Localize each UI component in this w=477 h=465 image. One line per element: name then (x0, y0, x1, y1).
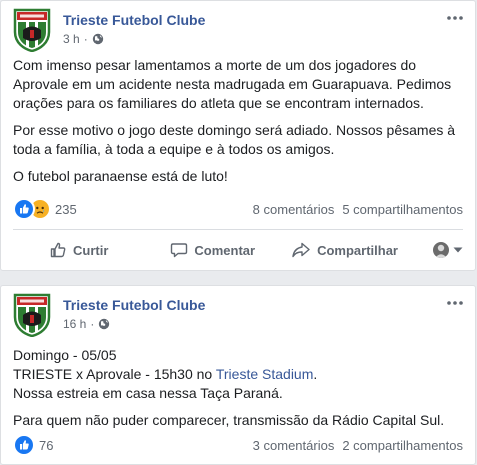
reaction-count: 235 (55, 201, 77, 217)
avatar (433, 242, 449, 258)
post-stats: 76 3 comentários 2 compartilhamentos (13, 434, 463, 456)
globe-icon (92, 33, 103, 45)
post-line: Domingo - 05/05 (13, 347, 117, 363)
post-meta: 16 h · (63, 317, 110, 331)
post-card: Trieste Futebol Clube 16 h · Domingo - 0… (0, 285, 476, 465)
shares-count[interactable]: 2 compartilhamentos (342, 438, 463, 453)
like-icon (13, 198, 35, 220)
divider (13, 229, 463, 230)
share-button[interactable]: Compartilhar (291, 241, 398, 259)
chevron-down-icon (453, 247, 463, 253)
share-label: Compartilhar (317, 242, 398, 258)
post-paragraph: Com imenso pesar lamentamos a morte de u… (13, 57, 452, 111)
more-dots-icon (447, 16, 463, 20)
thumbs-up-icon (50, 242, 66, 258)
more-dots-icon (447, 301, 463, 305)
reactions-summary[interactable]: 235 (13, 198, 77, 220)
like-label: Curtir (73, 242, 109, 258)
post-card: Trieste Futebol Clube 3 h · Com imenso p… (0, 0, 476, 271)
like-button[interactable]: Curtir (49, 241, 108, 259)
club-logo[interactable] (13, 8, 51, 52)
comment-button[interactable]: Comentar (170, 241, 255, 259)
post-line: TRIESTE x Aprovale - 15h30 no Trieste St… (13, 366, 318, 382)
post-paragraph: O futebol paranaense está de luto! (13, 168, 228, 184)
post-stats: 235 8 comentários 5 compartilhamentos (13, 198, 463, 220)
post-body: Domingo - 05/05 TRIESTE x Aprovale - 15h… (13, 346, 467, 430)
reactions-summary[interactable]: 76 (13, 434, 53, 456)
shares-count[interactable]: 5 compartilhamentos (342, 202, 463, 217)
post-time[interactable]: 16 h (63, 317, 86, 331)
like-icon (13, 434, 35, 456)
post-header: Trieste Futebol Clube 3 h · (13, 8, 465, 52)
venue-link[interactable]: Trieste Stadium (216, 366, 314, 382)
post-actions: Curtir Comentar Compartilhar (13, 234, 463, 266)
post-line: Nossa estreia em casa nessa Taça Paraná. (13, 385, 283, 401)
audience-selector[interactable] (433, 242, 463, 258)
more-options-button[interactable] (445, 10, 465, 26)
comment-label: Comentar (194, 242, 256, 258)
post-body: Com imenso pesar lamentamos a morte de u… (13, 56, 467, 194)
comments-count[interactable]: 3 comentários (253, 438, 335, 453)
reaction-count: 76 (39, 437, 54, 453)
more-options-button[interactable] (445, 295, 465, 311)
comments-count[interactable]: 8 comentários (253, 202, 335, 217)
club-logo[interactable] (13, 293, 51, 337)
comment-icon (171, 243, 188, 258)
post-header: Trieste Futebol Clube 16 h · (13, 293, 465, 337)
page-name[interactable]: Trieste Futebol Clube (63, 12, 205, 28)
post-meta: 3 h · (63, 32, 104, 46)
post-line: Para quem não puder comparecer, transmis… (13, 412, 445, 428)
post-time[interactable]: 3 h (63, 32, 80, 46)
post-paragraph: Por esse motivo o jogo deste domingo ser… (13, 122, 456, 157)
page-name[interactable]: Trieste Futebol Clube (63, 297, 205, 313)
globe-icon (99, 318, 110, 330)
share-icon (292, 242, 310, 258)
